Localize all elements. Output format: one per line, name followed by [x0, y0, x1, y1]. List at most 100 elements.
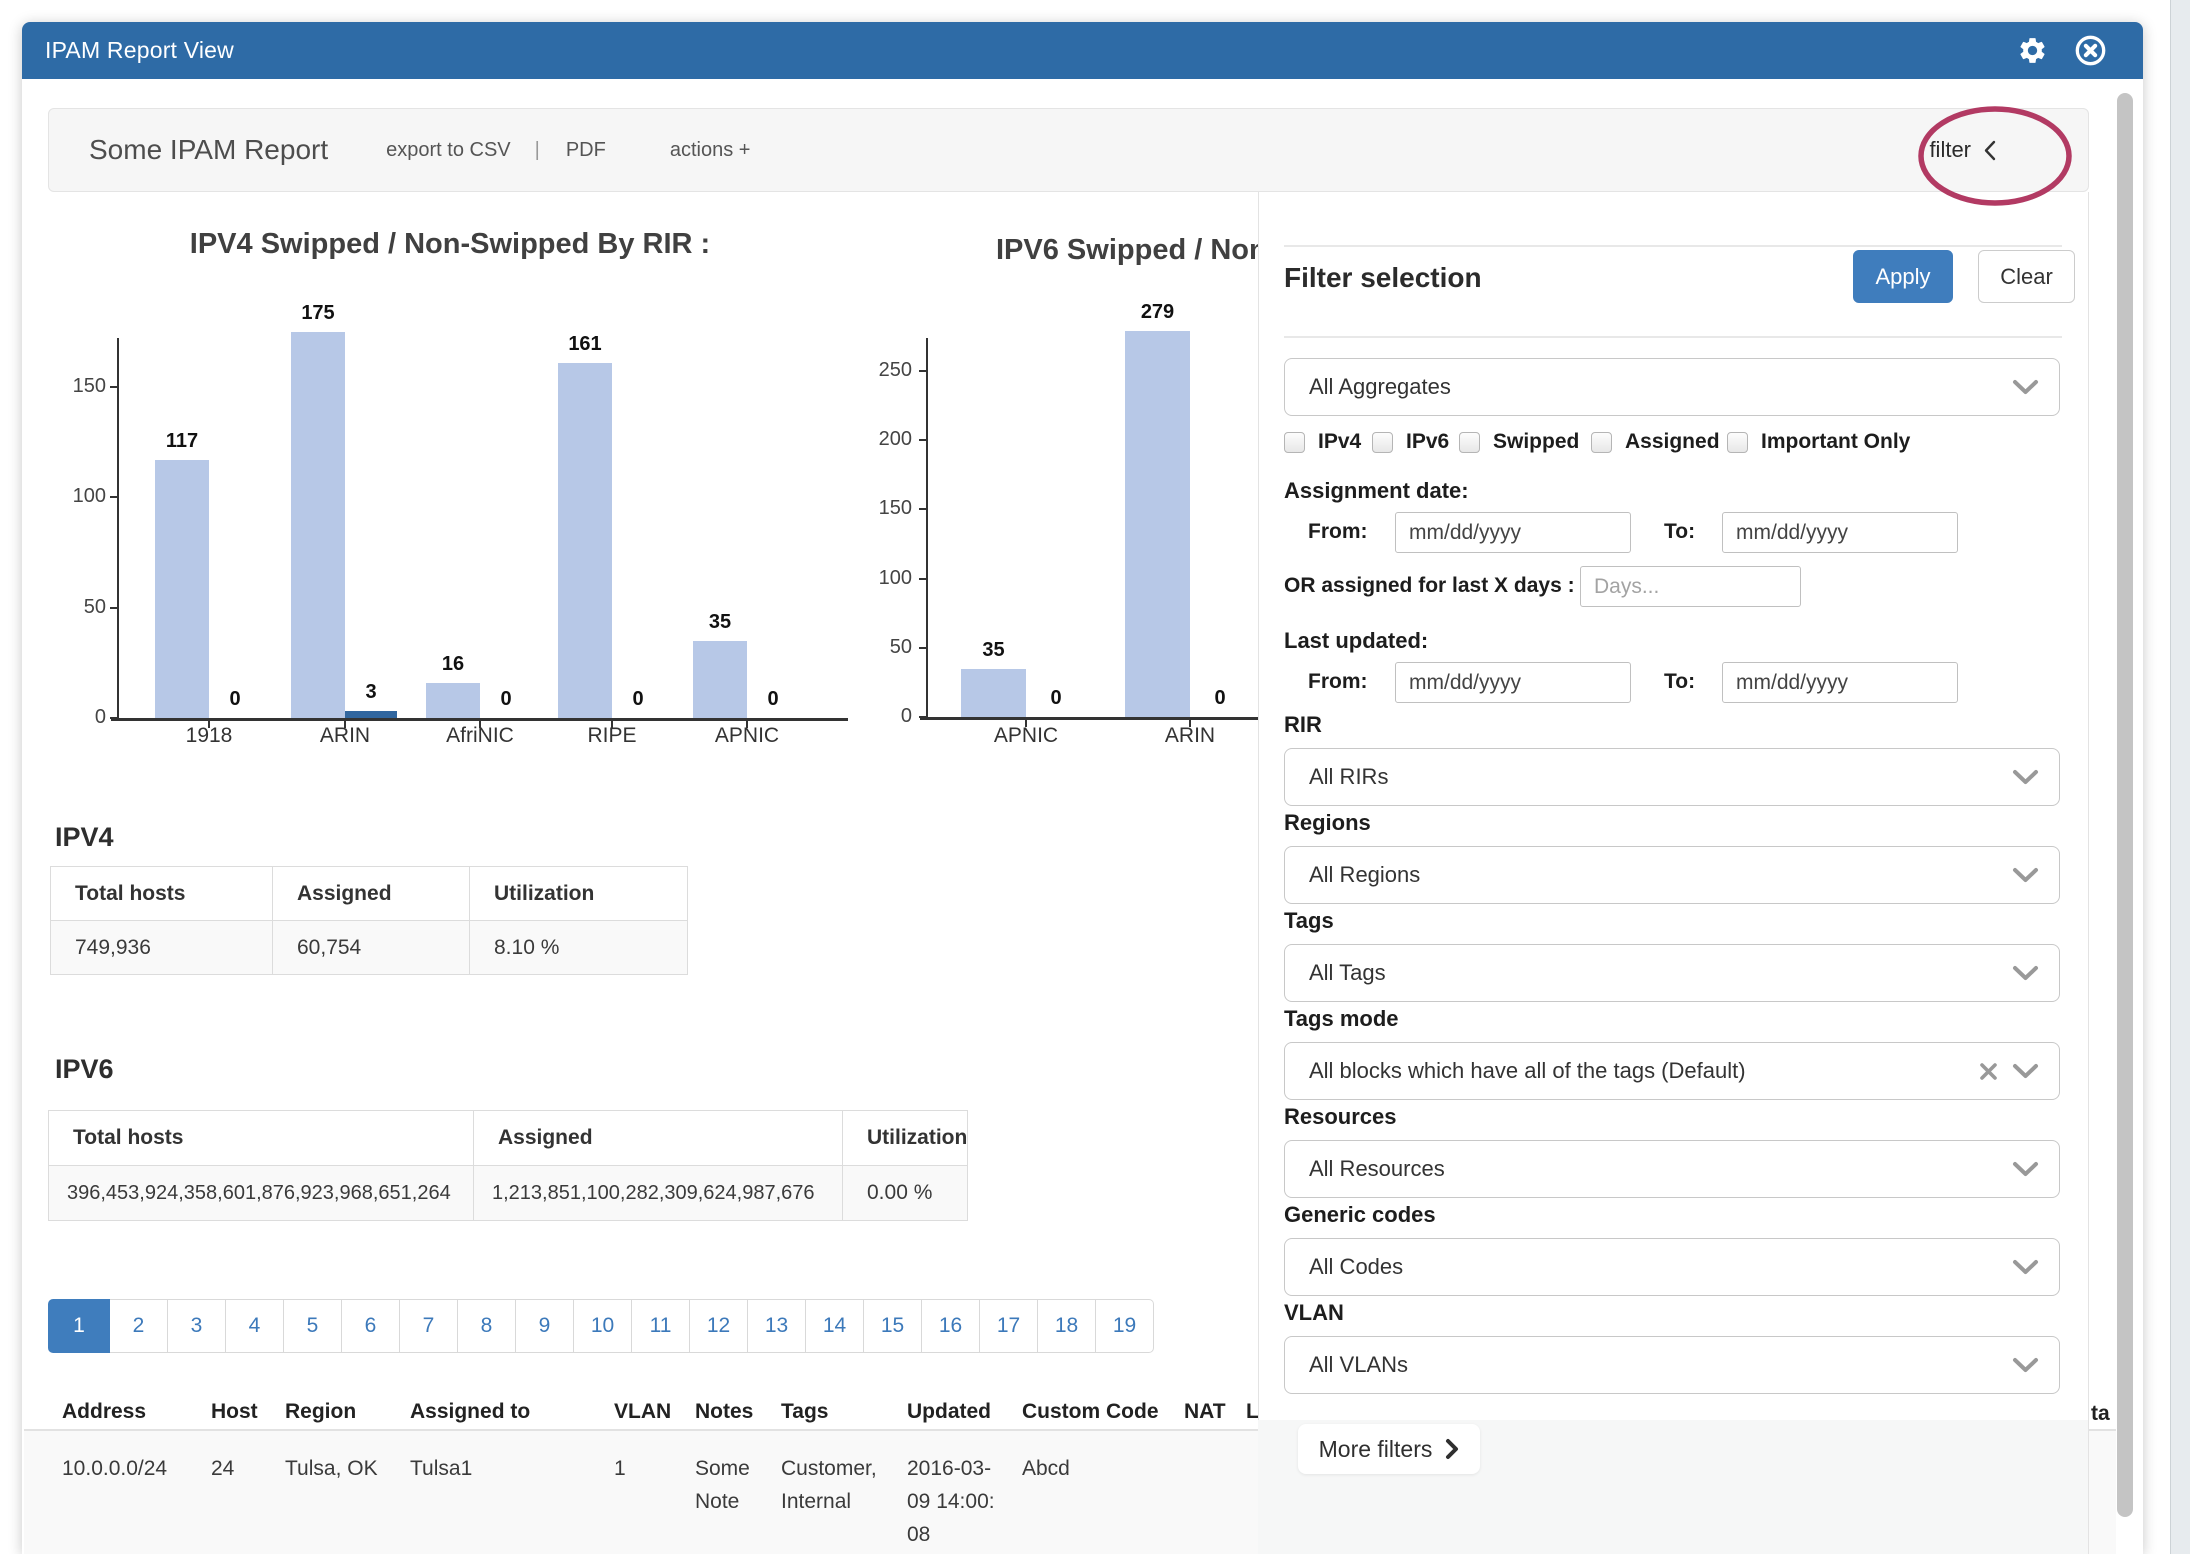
- page-button-19[interactable]: 19: [1096, 1299, 1154, 1353]
- x-category-label: ARIN: [285, 724, 405, 748]
- record-cell-host: 24: [211, 1452, 271, 1485]
- bar-swipped-RIPE: [558, 363, 612, 718]
- y-tick-label: 200: [842, 428, 912, 451]
- y-tick-mark: [110, 607, 119, 609]
- close-icon[interactable]: [2074, 34, 2107, 67]
- page-button-12[interactable]: 12: [690, 1299, 748, 1353]
- bar-value-label: 16: [408, 653, 498, 676]
- y-tick-label: 250: [842, 359, 912, 382]
- record-cell-vlan: 1: [614, 1452, 654, 1485]
- page-button-10[interactable]: 10: [574, 1299, 632, 1353]
- page-button-11[interactable]: 11: [632, 1299, 690, 1353]
- bar-value-label: 161: [540, 333, 630, 356]
- record-cell-assigned_to: Tulsa1: [410, 1452, 570, 1485]
- checkbox-label-ipv4: IPv4: [1318, 430, 1361, 454]
- y-tick-label: 0: [842, 705, 912, 728]
- window-title: IPAM Report View: [45, 37, 234, 64]
- bar-value-label: 35: [949, 639, 1039, 662]
- records-col-address: Address: [62, 1400, 146, 1424]
- window-titlebar: IPAM Report View: [22, 22, 2143, 79]
- checkbox-assigned[interactable]: [1591, 432, 1612, 453]
- rir-select-value: All RIRs: [1309, 764, 1388, 790]
- page-button-15[interactable]: 15: [864, 1299, 922, 1353]
- assignment-to-input[interactable]: mm/dd/yyyy: [1722, 512, 1958, 553]
- y-tick-mark: [919, 439, 928, 441]
- generic-codes-label: Generic codes: [1284, 1202, 1436, 1228]
- page-button-9[interactable]: 9: [516, 1299, 574, 1353]
- more-filters-button[interactable]: More filters: [1298, 1424, 1480, 1474]
- pagination: 12345678910111213141516171819: [48, 1299, 1154, 1353]
- bar-non-swipped-ARIN: [345, 711, 397, 718]
- records-col-tags: Tags: [781, 1400, 828, 1424]
- actions-menu[interactable]: actions +: [670, 139, 751, 162]
- page: IPAM Report View Some IPAM Report export…: [0, 0, 2190, 1554]
- clear-x-icon[interactable]: [1979, 1062, 1998, 1081]
- more-filters-label: More filters: [1319, 1436, 1433, 1463]
- or-days-input[interactable]: Days...: [1580, 566, 1801, 607]
- bar-swipped-1918: [155, 460, 209, 718]
- bar-value-label: 0: [1011, 687, 1101, 710]
- record-cell-notes: Some Note: [695, 1452, 759, 1518]
- updated-from-input[interactable]: mm/dd/yyyy: [1395, 662, 1631, 703]
- page-button-5[interactable]: 5: [284, 1299, 342, 1353]
- regions-select[interactable]: All Regions: [1284, 846, 2060, 904]
- ipv4-heading: IPV4: [55, 822, 114, 853]
- generic-codes-select-value: All Codes: [1309, 1254, 1403, 1280]
- rir-select[interactable]: All RIRs: [1284, 748, 2060, 806]
- page-button-2[interactable]: 2: [110, 1299, 168, 1353]
- apply-button[interactable]: Apply: [1853, 250, 1953, 303]
- checkbox-ipv4[interactable]: [1284, 432, 1305, 453]
- pdf-link[interactable]: PDF: [566, 139, 606, 162]
- page-button-1[interactable]: 1: [48, 1299, 110, 1353]
- bar-value-label: 0: [593, 688, 683, 711]
- y-tick-label: 100: [36, 485, 106, 508]
- page-button-16[interactable]: 16: [922, 1299, 980, 1353]
- y-tick-label: 50: [842, 636, 912, 659]
- checkbox-important-only[interactable]: [1727, 432, 1748, 453]
- chevron-left-icon: [1983, 140, 1996, 161]
- page-button-13[interactable]: 13: [748, 1299, 806, 1353]
- chevron-down-icon: [2012, 379, 2039, 396]
- ipv6-total-hosts: 396,453,924,358,601,876,923,968,651,264: [49, 1166, 474, 1221]
- ipv4-total-hosts: 749,936: [51, 921, 273, 975]
- page-button-3[interactable]: 3: [168, 1299, 226, 1353]
- checkbox-swipped[interactable]: [1459, 432, 1480, 453]
- page-button-8[interactable]: 8: [458, 1299, 516, 1353]
- bar-value-label: 175: [273, 302, 363, 325]
- page-button-18[interactable]: 18: [1038, 1299, 1096, 1353]
- tags-label: Tags: [1284, 908, 1334, 934]
- y-tick-mark: [110, 386, 119, 388]
- settings-gear-icon[interactable]: [2017, 35, 2048, 66]
- vlan-select[interactable]: All VLANs: [1284, 1336, 2060, 1394]
- records-col-custom-code: Custom Code: [1022, 1400, 1159, 1424]
- clear-button[interactable]: Clear: [1978, 250, 2075, 303]
- tags-select[interactable]: All Tags: [1284, 944, 2060, 1002]
- bar-value-label: 3: [326, 681, 416, 704]
- assignment-from-input[interactable]: mm/dd/yyyy: [1395, 512, 1631, 553]
- assignment-date-label: Assignment date:: [1284, 478, 1469, 504]
- bar-value-label: 0: [1175, 687, 1265, 710]
- tags-mode-select[interactable]: All blocks which have all of the tags (D…: [1284, 1042, 2060, 1100]
- aggregates-select[interactable]: All Aggregates: [1284, 358, 2060, 416]
- page-button-7[interactable]: 7: [400, 1299, 458, 1353]
- resources-select[interactable]: All Resources: [1284, 1140, 2060, 1198]
- page-button-4[interactable]: 4: [226, 1299, 284, 1353]
- page-button-6[interactable]: 6: [342, 1299, 400, 1353]
- export-csv-link[interactable]: export to CSV: [386, 139, 511, 162]
- filter-toggle-button[interactable]: filter: [1929, 137, 1996, 163]
- tags-mode-label: Tags mode: [1284, 1006, 1399, 1032]
- chevron-down-icon: [2012, 1161, 2039, 1178]
- window-scrollbar-thumb[interactable]: [2117, 93, 2133, 1517]
- checkbox-label-important-only: Important Only: [1761, 430, 1910, 454]
- ipv6-col-utilization: Utilization: [843, 1111, 968, 1166]
- toolbar-divider: |: [535, 139, 540, 162]
- generic-codes-select[interactable]: All Codes: [1284, 1238, 2060, 1296]
- ipv6-col-total-hosts: Total hosts: [49, 1111, 474, 1166]
- page-button-14[interactable]: 14: [806, 1299, 864, 1353]
- records-col-nat: NAT: [1184, 1400, 1226, 1424]
- updated-to-input[interactable]: mm/dd/yyyy: [1722, 662, 1958, 703]
- checkbox-ipv6[interactable]: [1372, 432, 1393, 453]
- page-button-17[interactable]: 17: [980, 1299, 1038, 1353]
- ipv6-col-assigned: Assigned: [474, 1111, 843, 1166]
- assignment-to-label: To:: [1664, 520, 1695, 544]
